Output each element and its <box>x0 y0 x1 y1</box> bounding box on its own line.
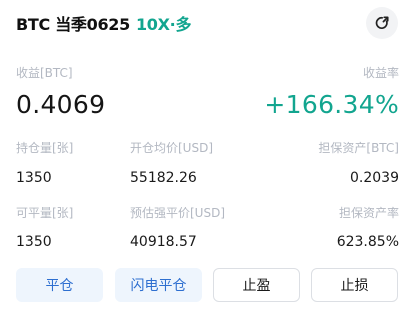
position-card: BTC 当季0625 10X·多 收益[BTC] 收益率 0.4069 +166… <box>0 0 415 314</box>
closable-size-value: 1350 <box>16 234 52 250</box>
roe-value: +166.34% <box>264 90 399 119</box>
share-arrow-icon <box>374 15 390 31</box>
est-liq-price-value: 40918.57 <box>130 234 197 250</box>
flash-close-button[interactable]: 闪电平仓 <box>115 268 202 302</box>
est-liq-price-label: 预估强平价[USD] <box>130 206 226 220</box>
avg-open-price-value: 55182.26 <box>130 170 197 186</box>
contract-symbol: BTC 当季0625 <box>16 15 130 34</box>
margin-asset-label: 担保资产[BTC] <box>318 141 399 155</box>
leverage-direction: 10X·多 <box>135 15 192 34</box>
roe-label: 收益率 <box>362 66 399 80</box>
margin-ratio-label: 担保资产率 <box>338 206 399 220</box>
position-size-value: 1350 <box>16 170 52 186</box>
share-button[interactable] <box>366 7 398 39</box>
margin-ratio-value: 623.85% <box>336 234 399 250</box>
position-size-label: 持仓量[张] <box>16 141 74 155</box>
pnl-value: 0.4069 <box>16 90 106 119</box>
margin-asset-value: 0.2039 <box>350 170 399 186</box>
take-profit-button[interactable]: 止盈 <box>213 268 300 302</box>
closable-size-label: 可平量[张] <box>16 206 74 220</box>
position-header: BTC 当季0625 10X·多 <box>16 9 191 37</box>
avg-open-price-label: 开仓均价[USD] <box>130 141 214 155</box>
stop-loss-button[interactable]: 止损 <box>311 268 398 302</box>
close-position-button[interactable]: 平仓 <box>16 268 103 302</box>
pnl-label: 收益[BTC] <box>16 66 73 80</box>
